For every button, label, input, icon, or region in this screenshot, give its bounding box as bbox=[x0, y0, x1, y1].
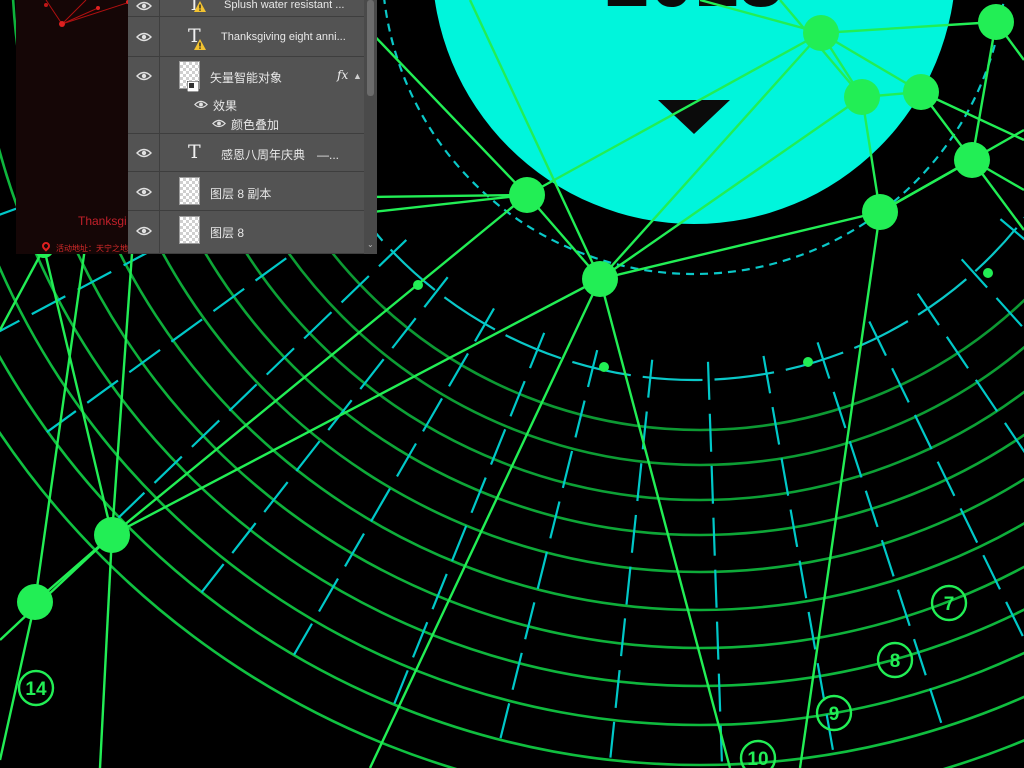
layers-panel[interactable]: T Splush water resistant ... T Thanksgiv… bbox=[128, 0, 377, 254]
layer-row-layer8-copy[interactable]: 图层 8 副本 bbox=[128, 172, 364, 211]
network-edge bbox=[798, 211, 882, 768]
layer-name: 图层 8 副本 bbox=[210, 187, 272, 201]
radial-dash bbox=[200, 276, 449, 594]
network-edge bbox=[598, 278, 732, 768]
network-node bbox=[413, 280, 423, 290]
network-edge bbox=[111, 277, 601, 537]
color-overlay-effect-label[interactable]: 颜色叠加 bbox=[231, 116, 279, 133]
smart-object-badge-icon bbox=[187, 81, 199, 92]
network-edge bbox=[98, 534, 114, 768]
network-node bbox=[803, 357, 813, 367]
ring-number: 7 bbox=[944, 594, 955, 615]
preview-title-text: Thanksgi bbox=[78, 214, 127, 228]
eye-icon[interactable] bbox=[136, 226, 152, 236]
network-edge bbox=[970, 21, 998, 161]
warning-icon bbox=[194, 39, 206, 50]
layer-name: Splush water resistant ... bbox=[224, 0, 345, 11]
year-text: 2018 bbox=[605, 0, 783, 23]
radial-dash bbox=[609, 359, 654, 758]
ring-number-labels: 7 8 9 10 14 bbox=[17, 584, 968, 768]
layer-name: Thanksgiving eight anni... bbox=[221, 31, 346, 43]
ring-number: 14 bbox=[25, 679, 47, 700]
network-edge bbox=[0, 247, 46, 331]
eye-icon[interactable] bbox=[136, 32, 152, 42]
network-node bbox=[983, 268, 993, 278]
eye-icon[interactable] bbox=[136, 148, 152, 158]
radial-dash bbox=[960, 258, 1024, 331]
warning-icon bbox=[194, 1, 206, 12]
layer-row-smart-object[interactable]: 矢量智能对象 fx ▲ 效果 颜色叠加 bbox=[128, 57, 364, 134]
ring-number: 9 bbox=[829, 704, 840, 725]
scrollbar-thumb[interactable] bbox=[367, 0, 374, 96]
layer-name: 矢量智能对象 bbox=[210, 71, 283, 85]
network-node bbox=[509, 177, 545, 213]
ring-number: 8 bbox=[890, 651, 901, 672]
eye-icon[interactable] bbox=[136, 1, 152, 11]
text-layer-icon: T bbox=[188, 141, 201, 163]
layer-row-layer8[interactable]: 图层 8 bbox=[128, 211, 364, 254]
layer-name: 感恩八周年庆典 —... bbox=[221, 148, 340, 162]
layer-row-splush-text[interactable]: T Splush water resistant ... bbox=[128, 0, 364, 17]
document-preview: Thanksgi 活动地址：天宁之地 bbox=[16, 0, 130, 254]
eye-icon[interactable] bbox=[136, 71, 152, 81]
scroll-down-chevron-icon[interactable]: ⌄ bbox=[367, 240, 374, 249]
network-node bbox=[599, 362, 609, 372]
network-node bbox=[862, 194, 898, 230]
network-node bbox=[94, 517, 130, 553]
network-node bbox=[903, 74, 939, 110]
fx-icon[interactable]: fx bbox=[337, 68, 348, 82]
network-node bbox=[582, 261, 618, 297]
radial-dash bbox=[706, 361, 723, 762]
ring-number: 10 bbox=[747, 749, 768, 768]
network-edge bbox=[599, 210, 881, 281]
preview-address-text: 活动地址：天宁之地 bbox=[56, 244, 128, 253]
collapse-effects-chevron-icon[interactable]: ▲ bbox=[353, 71, 362, 81]
network-node bbox=[978, 4, 1014, 40]
layer-thumbnail bbox=[179, 177, 200, 205]
network-node bbox=[803, 15, 839, 51]
layers-scrollbar[interactable]: ⌄ bbox=[364, 0, 377, 254]
radial-dash bbox=[117, 239, 408, 519]
layer-row-thanksgiving-text[interactable]: T Thanksgiving eight anni... bbox=[128, 17, 364, 57]
layer-row-anniversary-text[interactable]: T 感恩八周年庆典 —... bbox=[128, 134, 364, 172]
eye-icon[interactable] bbox=[136, 187, 152, 197]
layer-name: 图层 8 bbox=[210, 226, 245, 240]
network-node bbox=[954, 142, 990, 178]
eye-icon[interactable] bbox=[212, 119, 226, 128]
layer-thumbnail bbox=[179, 216, 200, 244]
network-node bbox=[17, 584, 53, 620]
eye-icon[interactable] bbox=[194, 100, 208, 109]
network-edge bbox=[0, 534, 113, 641]
effects-group-label[interactable]: 效果 bbox=[213, 97, 237, 114]
network-node bbox=[844, 79, 880, 115]
